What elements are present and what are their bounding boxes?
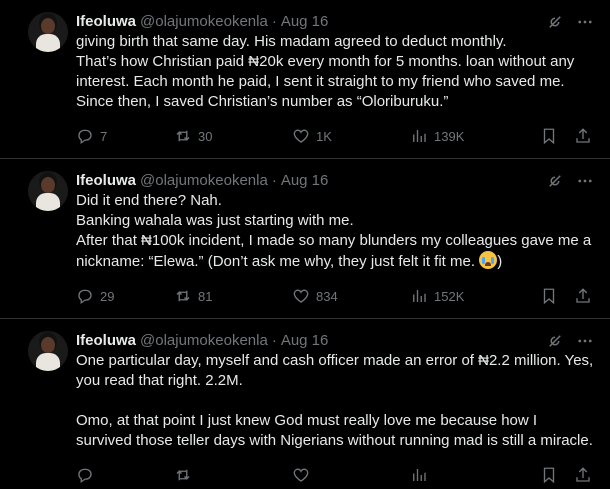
tweet-header: Ifeoluwa @olajumokeokenla · Aug 16 xyxy=(76,331,594,351)
tweet-feed: Ifeoluwa @olajumokeokenla · Aug 16 givin… xyxy=(0,0,610,489)
repost-count: 30 xyxy=(198,128,213,144)
repost-button[interactable]: 30 xyxy=(174,127,292,145)
share-icon[interactable] xyxy=(574,466,592,484)
author-name[interactable]: Ifeoluwa xyxy=(76,331,136,351)
tweet[interactable]: Ifeoluwa @olajumokeokenla · Aug 16 One p… xyxy=(0,319,610,489)
author-name[interactable]: Ifeoluwa xyxy=(76,171,136,191)
separator-dot: · xyxy=(271,13,277,30)
views-chart-icon xyxy=(410,127,428,145)
like-button[interactable]: 834 xyxy=(292,287,410,305)
repost-button[interactable] xyxy=(174,466,292,484)
view-count: 152K xyxy=(434,288,465,304)
grok-icon[interactable] xyxy=(546,172,564,190)
repost-icon xyxy=(174,287,192,305)
tweet-header: Ifeoluwa @olajumokeokenla · Aug 16 xyxy=(76,12,594,32)
like-button[interactable]: 1K xyxy=(292,127,410,145)
reply-icon xyxy=(76,466,94,484)
reply-icon xyxy=(76,127,94,145)
tweet-date[interactable]: Aug 16 xyxy=(281,331,329,351)
tweet-actions: 29 81 834 152K xyxy=(76,280,594,312)
tweet-actions: 7 30 1K 139K xyxy=(76,120,594,152)
share-icon[interactable] xyxy=(574,127,592,145)
reply-button[interactable]: 29 xyxy=(76,287,174,305)
reply-count: 29 xyxy=(100,288,115,304)
author-handle[interactable]: @olajumokeokenla xyxy=(140,171,268,191)
grok-icon[interactable] xyxy=(546,332,564,350)
like-button[interactable] xyxy=(292,466,410,484)
tweet-date[interactable]: Aug 16 xyxy=(281,12,329,32)
tweet-date[interactable]: Aug 16 xyxy=(281,171,329,191)
tweet-text-main: Did it end there? Nah. Banking wahala wa… xyxy=(76,192,592,270)
tweet-actions xyxy=(76,459,594,489)
repost-count: 81 xyxy=(198,288,213,304)
heart-icon xyxy=(292,127,310,145)
reply-button[interactable]: 7 xyxy=(76,127,174,145)
like-count: 1K xyxy=(316,128,332,144)
bookmark-icon[interactable] xyxy=(540,287,558,305)
tweet-header: Ifeoluwa @olajumokeokenla · Aug 16 xyxy=(76,171,594,191)
like-count: 834 xyxy=(316,288,338,304)
reply-count: 7 xyxy=(100,128,108,144)
more-icon[interactable] xyxy=(576,332,594,350)
views-button[interactable]: 152K xyxy=(410,287,530,305)
repost-icon xyxy=(174,127,192,145)
tweet[interactable]: Ifeoluwa @olajumokeokenla · Aug 16 givin… xyxy=(0,0,610,159)
tweet-text: One particular day, myself and cash offi… xyxy=(76,352,594,449)
view-count: 139K xyxy=(434,128,465,144)
grok-icon[interactable] xyxy=(546,13,564,31)
views-button[interactable] xyxy=(410,466,530,484)
heart-icon xyxy=(292,466,310,484)
avatar[interactable] xyxy=(28,12,68,52)
author-name[interactable]: Ifeoluwa xyxy=(76,12,136,32)
separator-dot: · xyxy=(271,332,277,349)
separator-dot: · xyxy=(271,172,277,189)
views-chart-icon xyxy=(410,466,428,484)
avatar[interactable] xyxy=(28,331,68,371)
more-icon[interactable] xyxy=(576,172,594,190)
reply-button[interactable] xyxy=(76,466,174,484)
repost-button[interactable]: 81 xyxy=(174,287,292,305)
tweet[interactable]: Ifeoluwa @olajumokeokenla · Aug 16 Did i… xyxy=(0,159,610,319)
tweet-text: Did it end there? Nah. Banking wahala wa… xyxy=(76,191,594,272)
more-icon[interactable] xyxy=(576,13,594,31)
heart-icon xyxy=(292,287,310,305)
views-button[interactable]: 139K xyxy=(410,127,530,145)
avatar[interactable] xyxy=(28,171,68,211)
bookmark-icon[interactable] xyxy=(540,466,558,484)
views-chart-icon xyxy=(410,287,428,305)
bookmark-icon[interactable] xyxy=(540,127,558,145)
share-icon[interactable] xyxy=(574,287,592,305)
author-handle[interactable]: @olajumokeokenla xyxy=(140,12,268,32)
tweet-text: giving birth that same day. His madam ag… xyxy=(76,33,575,110)
author-handle[interactable]: @olajumokeokenla xyxy=(140,331,268,351)
tweet-text-tail: ) xyxy=(497,253,503,270)
crying-emoji-icon xyxy=(479,251,498,269)
repost-icon xyxy=(174,466,192,484)
reply-icon xyxy=(76,287,94,305)
